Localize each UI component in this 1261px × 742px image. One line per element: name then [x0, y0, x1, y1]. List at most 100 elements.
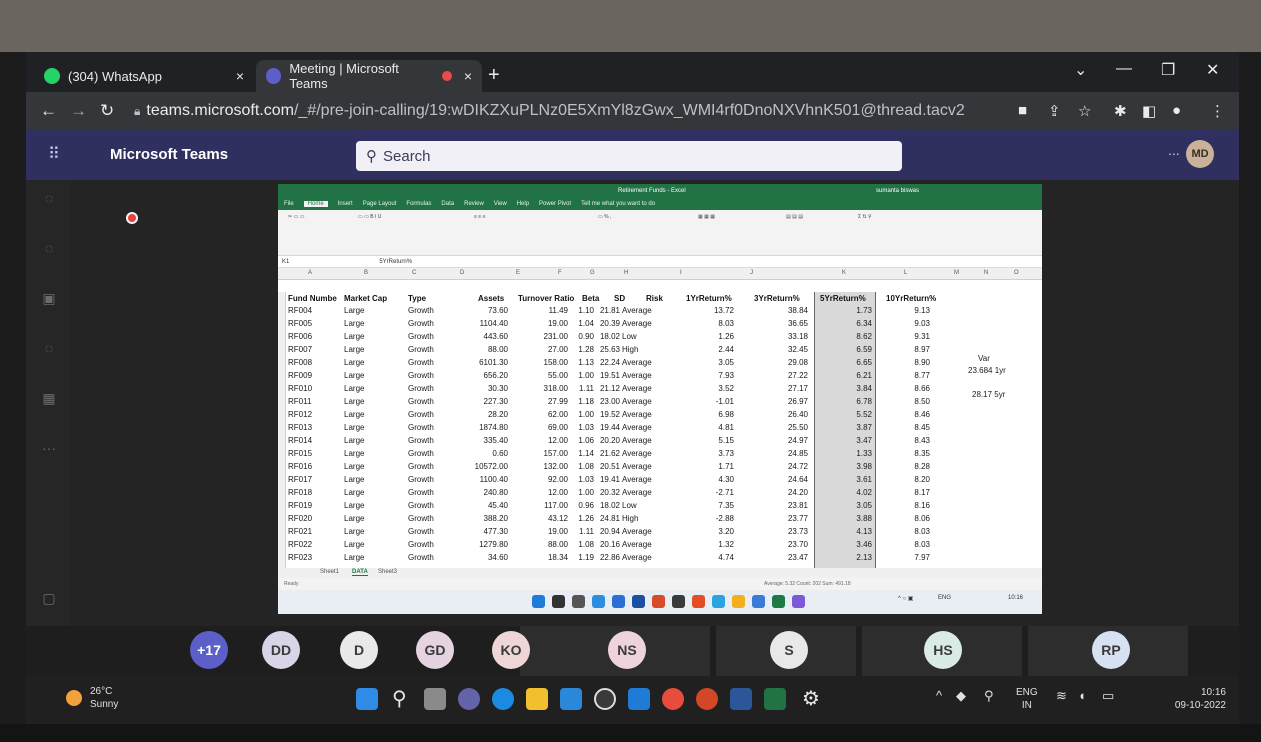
table-cell[interactable]: Growth — [408, 449, 458, 458]
col-header[interactable]: D — [460, 270, 464, 276]
close-tab-icon[interactable]: × — [464, 68, 472, 84]
participant-avatar[interactable]: GD — [416, 631, 454, 669]
table-cell[interactable]: 8.17 — [890, 488, 930, 497]
table-cell[interactable]: 132.00 — [528, 462, 568, 471]
editing-group-icon[interactable]: Σ ⇅ ⚲ — [858, 214, 872, 220]
table-cell[interactable]: 1.04 — [572, 319, 594, 328]
table-cell[interactable]: 19.51 — [596, 371, 620, 380]
table-cell[interactable]: 4.81 — [686, 423, 734, 432]
tray-clock[interactable]: 10:16 — [1008, 595, 1023, 601]
table-cell[interactable]: Growth — [408, 488, 458, 497]
table-cell[interactable]: RF018 — [288, 488, 332, 497]
rail-calendar[interactable]: ▦ — [34, 390, 64, 430]
ribbon-tab-power-pivot[interactable]: Power Pivot — [539, 201, 571, 207]
close-window-icon[interactable]: ✕ — [1206, 60, 1219, 80]
table-cell[interactable]: 6.78 — [828, 397, 872, 406]
table-cell[interactable]: 4.30 — [686, 475, 734, 484]
var-5yr-note[interactable]: 28.17 5yr — [972, 390, 1005, 399]
header-cell[interactable]: Market Cap — [344, 294, 387, 303]
office-icon[interactable] — [652, 595, 665, 608]
table-cell[interactable]: Growth — [408, 514, 458, 523]
table-cell[interactable]: 3.87 — [828, 423, 872, 432]
table-cell[interactable]: 1.00 — [572, 371, 594, 380]
table-cell[interactable]: 27.00 — [528, 345, 568, 354]
table-cell[interactable]: 3.98 — [828, 462, 872, 471]
store-icon[interactable] — [632, 595, 645, 608]
dell-icon[interactable] — [594, 688, 616, 710]
table-cell[interactable]: 1.11 — [572, 527, 594, 536]
user-avatar[interactable]: MD — [1186, 140, 1214, 168]
table-cell[interactable]: 19.00 — [528, 527, 568, 536]
table-cell[interactable]: 23.70 — [756, 540, 808, 549]
settings-gear-icon[interactable]: ⚙ — [802, 686, 820, 711]
col-header[interactable]: A — [308, 270, 312, 276]
table-cell[interactable]: RF014 — [288, 436, 332, 445]
sheet-tab[interactable]: Sheet1 — [320, 569, 339, 575]
table-cell[interactable]: 6.65 — [828, 358, 872, 367]
table-cell[interactable]: Growth — [408, 345, 458, 354]
chrome-icon[interactable] — [662, 688, 684, 710]
table-cell[interactable]: 24.97 — [756, 436, 808, 445]
table-cell[interactable]: 20.32 — [596, 488, 620, 497]
table-cell[interactable]: Large — [344, 423, 394, 432]
sidebar-icon[interactable]: ◧ — [1142, 102, 1156, 120]
app-icon[interactable] — [672, 595, 685, 608]
table-cell[interactable]: 656.20 — [466, 371, 508, 380]
table-cell[interactable]: 9.03 — [890, 319, 930, 328]
ribbon-tab-page-layout[interactable]: Page Layout — [363, 201, 397, 207]
header-cell[interactable]: Beta — [582, 294, 599, 303]
table-cell[interactable]: 157.00 — [528, 449, 568, 458]
tray-usb-icon[interactable]: ⚲ — [984, 688, 994, 704]
table-cell[interactable]: 6.34 — [828, 319, 872, 328]
table-cell[interactable]: 240.80 — [466, 488, 508, 497]
table-cell[interactable]: 27.99 — [528, 397, 568, 406]
table-cell[interactable]: High — [622, 345, 662, 354]
browser-icon[interactable] — [712, 595, 725, 608]
table-cell[interactable]: 3.84 — [828, 384, 872, 393]
table-cell[interactable]: 3.88 — [828, 514, 872, 523]
table-cell[interactable]: RF004 — [288, 306, 332, 315]
col-header[interactable]: B — [364, 270, 368, 276]
more-participants-badge[interactable]: +17 — [190, 631, 228, 669]
table-cell[interactable]: -2.88 — [686, 514, 734, 523]
table-cell[interactable]: 23.73 — [756, 527, 808, 536]
table-cell[interactable]: Large — [344, 397, 394, 406]
table-cell[interactable]: 24.20 — [756, 488, 808, 497]
table-cell[interactable]: Large — [344, 384, 394, 393]
table-cell[interactable]: 19.00 — [528, 319, 568, 328]
search-icon[interactable]: ⚲ — [392, 686, 407, 711]
table-cell[interactable]: 477.30 — [466, 527, 508, 536]
table-cell[interactable]: 8.16 — [890, 501, 930, 510]
table-cell[interactable]: 3.52 — [686, 384, 734, 393]
powerpoint-icon[interactable] — [696, 688, 718, 710]
table-cell[interactable]: Low — [622, 332, 662, 341]
table-cell[interactable]: 45.40 — [466, 501, 508, 510]
table-cell[interactable]: 1.10 — [572, 306, 594, 315]
table-cell[interactable]: Growth — [408, 553, 458, 562]
table-cell[interactable]: 1.08 — [572, 540, 594, 549]
table-cell[interactable]: Large — [344, 371, 394, 380]
table-cell[interactable]: 3.20 — [686, 527, 734, 536]
task-view-icon[interactable] — [424, 688, 446, 710]
table-cell[interactable]: Large — [344, 319, 394, 328]
table-cell[interactable]: 3.61 — [828, 475, 872, 484]
header-cell[interactable]: SD — [614, 294, 625, 303]
number-group-icon[interactable]: ▭ % , — [598, 214, 611, 220]
table-cell[interactable]: Growth — [408, 501, 458, 510]
table-cell[interactable]: 5.52 — [828, 410, 872, 419]
url-bar[interactable]: 🔒︎ teams.microsoft.com/_#/pre-join-calli… — [134, 98, 994, 124]
teams-icon-2[interactable] — [792, 595, 805, 608]
word-icon[interactable] — [752, 595, 765, 608]
volume-icon[interactable]: ◖ — [1078, 688, 1086, 703]
table-cell[interactable]: 3.47 — [828, 436, 872, 445]
table-cell[interactable]: RF019 — [288, 501, 332, 510]
table-cell[interactable]: Average — [622, 553, 662, 562]
taskbar-clock[interactable]: 10:16 09-10-2022 — [1166, 686, 1226, 712]
table-cell[interactable]: 29.08 — [756, 358, 808, 367]
table-cell[interactable]: 26.40 — [756, 410, 808, 419]
table-cell[interactable]: 13.72 — [686, 306, 734, 315]
table-cell[interactable]: 20.39 — [596, 319, 620, 328]
teams-icon[interactable] — [612, 595, 625, 608]
table-cell[interactable]: Growth — [408, 527, 458, 536]
table-cell[interactable]: 8.20 — [890, 475, 930, 484]
